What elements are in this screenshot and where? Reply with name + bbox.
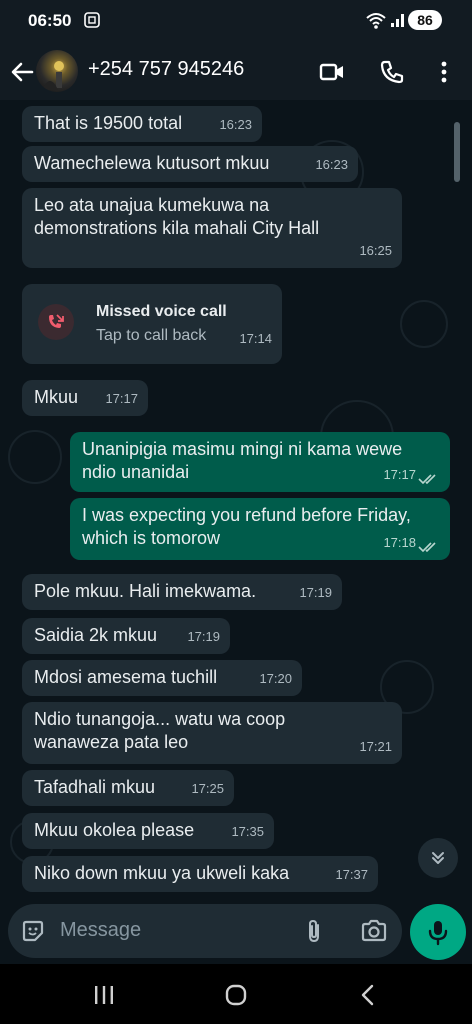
message-time: 17:19 [299,585,332,600]
double-check-icon [418,474,436,485]
message-incoming[interactable]: Tafadhali mkuu 17:25 [22,770,234,806]
phone-icon[interactable] [378,58,406,86]
double-check-icon [418,542,436,553]
more-vert-icon[interactable] [430,58,458,86]
message-incoming[interactable]: That is 19500 total 16:23 [22,106,262,142]
message-outgoing[interactable]: Unanipigia masimu mingi ni kama wewe ndi… [70,432,450,492]
message-incoming[interactable]: Mdosi amesema tuchill 17:20 [22,660,302,696]
message-incoming[interactable]: Wamechelewa kutusort mkuu 16:23 [22,146,358,182]
message-time: 17:35 [231,824,264,839]
call-subtitle: Tap to call back [96,327,207,344]
scrollbar[interactable] [454,122,460,182]
message-input[interactable]: Message [60,919,141,942]
message-text: Wamechelewa kutusort mkuu [34,153,270,173]
video-camera-icon[interactable] [318,58,346,86]
avatar-image [42,61,64,90]
message-time: 17:25 [191,781,224,796]
arrow-left-icon[interactable] [8,58,36,86]
missed-call-icon [38,304,74,340]
message-outgoing[interactable]: I was expecting you refund before Friday… [70,498,450,560]
back-nav-icon[interactable] [358,984,378,1006]
message-incoming[interactable]: Saidia 2k mkuu 17:19 [22,618,230,654]
recent-apps-icon[interactable] [92,984,116,1006]
message-time: 17:18 [383,535,416,550]
call-title: Missed voice call [96,303,227,320]
camera-icon[interactable] [360,918,388,944]
message-text: Niko down mkuu ya ukweli kaka [34,863,290,883]
home-icon[interactable] [224,983,248,1007]
microphone-icon [428,921,448,946]
chat-area[interactable]: That is 19500 total 16:23 Wamechelewa ku… [0,100,472,900]
scroll-to-bottom-button[interactable] [418,838,458,878]
message-incoming[interactable]: Pole mkuu. Hali imekwama. 17:19 [22,574,342,610]
message-incoming[interactable]: Niko down mkuu ya ukweli kaka 17:37 [22,856,378,892]
message-text: Ndio tunangoja... watu wa coop wanaweza … [34,709,286,752]
message-time: 16:23 [315,157,348,172]
signal-icon [391,14,404,27]
battery-indicator: 86 [408,10,442,30]
message-time: 17:37 [335,867,368,882]
message-time: 17:14 [239,331,272,346]
system-navigation-bar [0,964,472,1024]
message-text: Mdosi amesema tuchill [34,667,218,687]
chevron-double-down-icon [432,852,444,864]
voice-message-button[interactable] [410,904,466,960]
chat-header: +254 757 945246 [0,44,472,100]
wallpaper-doodle [8,430,62,484]
message-time: 17:17 [383,467,416,482]
message-time: 17:17 [105,391,138,406]
message-composer[interactable]: Message [8,904,402,958]
status-bar: 06:50 86 [0,0,472,44]
wifi-icon [366,13,386,29]
message-incoming[interactable]: Leo ata unajua kumekuwa na demonstration… [22,188,402,268]
screenshot-icon [84,12,100,28]
message-time: 16:25 [359,243,392,258]
message-text: I was expecting you refund before Friday… [82,505,411,548]
message-time: 17:21 [359,739,392,754]
message-text: Unanipigia masimu mingi ni kama wewe ndi… [82,439,403,482]
message-text: Mkuu okolea please [34,820,195,840]
message-time: 17:19 [187,629,220,644]
contact-name[interactable]: +254 757 945246 [88,58,244,81]
message-incoming[interactable]: Mkuu 17:17 [22,380,148,416]
message-time: 17:20 [259,671,292,686]
missed-call-bubble[interactable]: Missed voice call Tap to call back 17:14 [22,284,282,364]
message-incoming[interactable]: Mkuu okolea please 17:35 [22,813,274,849]
message-incoming[interactable]: Ndio tunangoja... watu wa coop wanaweza … [22,702,402,764]
avatar[interactable] [36,50,78,92]
sticker-icon[interactable] [20,918,46,944]
paperclip-icon[interactable] [302,918,326,944]
message-text: Leo ata unajua kumekuwa na demonstration… [34,195,320,238]
battery-level: 86 [417,12,433,28]
message-text: That is 19500 total [34,113,183,133]
wallpaper-doodle [400,300,448,348]
message-time: 16:23 [219,117,252,132]
message-text: Pole mkuu. Hali imekwama. [34,581,257,601]
status-time: 06:50 [28,11,72,30]
